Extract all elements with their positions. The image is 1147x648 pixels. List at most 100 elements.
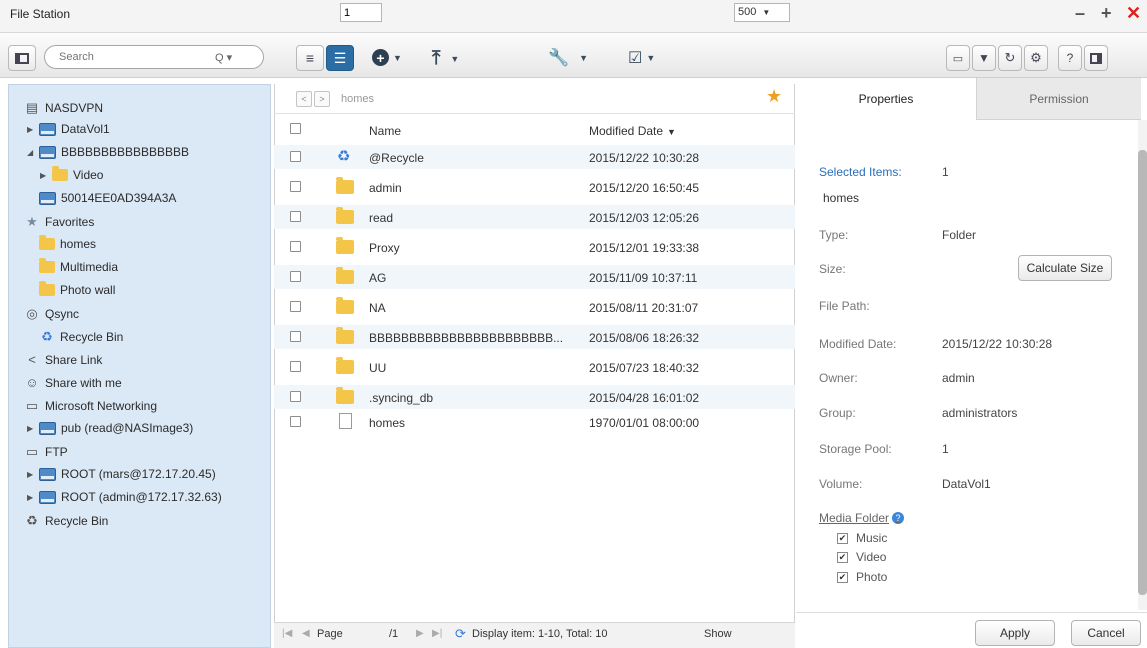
first-page-icon[interactable]: |◀ bbox=[282, 628, 292, 639]
select-all-checkbox[interactable] bbox=[290, 123, 301, 134]
tree-item-disk-id[interactable]: 50014EE0AD394A3A bbox=[39, 191, 176, 205]
tree-item-video[interactable]: ▶ Video bbox=[40, 166, 103, 182]
row-checkbox[interactable] bbox=[290, 391, 301, 402]
row-checkbox[interactable] bbox=[290, 271, 301, 282]
tab-permission[interactable]: Permission bbox=[976, 78, 1141, 120]
tree-item-root-mars[interactable]: ▶ ROOT (mars@172.17.20.45) bbox=[27, 467, 216, 481]
table-row[interactable] bbox=[274, 410, 795, 434]
cancel-button[interactable]: Cancel bbox=[1071, 620, 1141, 646]
expand-arrow-icon[interactable]: ▶ bbox=[27, 125, 39, 134]
tree-item-favorites[interactable]: ★ Favorites bbox=[24, 214, 94, 230]
row-checkbox[interactable] bbox=[290, 361, 301, 372]
tree-item-pub[interactable]: ▶ pub (read@NASImage3) bbox=[27, 421, 193, 435]
toggle-sidebar-button[interactable] bbox=[8, 45, 36, 71]
column-header-modified-date[interactable]: Modified Date ▼ bbox=[589, 124, 676, 138]
tree-item-share-link[interactable]: < Share Link bbox=[24, 352, 102, 367]
media-music-checkbox[interactable]: ✔ Music bbox=[837, 531, 887, 545]
media-video-checkbox[interactable]: ✔ Video bbox=[837, 550, 886, 564]
tree-item-fav-photowall[interactable]: Photo wall bbox=[39, 281, 115, 297]
row-checkbox[interactable] bbox=[290, 241, 301, 252]
prev-page-icon[interactable]: ◀ bbox=[302, 628, 310, 639]
folder-icon bbox=[336, 327, 354, 344]
row-checkbox[interactable] bbox=[290, 301, 301, 312]
tree-item-nasdvpn[interactable]: ▤ NASDVPN bbox=[24, 100, 103, 116]
tab-properties[interactable]: Properties bbox=[796, 78, 976, 120]
tree-item-root-admin[interactable]: ▶ ROOT (admin@172.17.32.63) bbox=[27, 490, 222, 504]
modified-date-label: Modified Date: bbox=[819, 337, 897, 351]
page-label: Page bbox=[317, 628, 343, 640]
search-icon[interactable]: Q ▾ bbox=[215, 51, 232, 64]
next-page-icon[interactable]: ▶ bbox=[416, 628, 424, 639]
list-view-button[interactable]: ≡ bbox=[296, 45, 324, 71]
tree-item-datavol1[interactable]: ▶ DataVol1 bbox=[27, 122, 110, 136]
window-title: File Station bbox=[10, 7, 71, 21]
owner-label: Owner: bbox=[819, 371, 858, 385]
tree-item-ftp[interactable]: ▭ FTP bbox=[24, 444, 68, 460]
filter-button[interactable]: ▼ bbox=[972, 45, 996, 71]
media-folder-link[interactable]: Media Folder ? bbox=[819, 511, 905, 525]
items-per-page-select[interactable]: 500 ▼ bbox=[734, 3, 790, 22]
refresh-button[interactable]: ↻ bbox=[998, 45, 1022, 71]
back-button[interactable]: < bbox=[296, 91, 312, 107]
expand-arrow-icon[interactable]: ▶ bbox=[27, 424, 39, 433]
info-icon[interactable]: ? bbox=[892, 512, 905, 524]
tree-item-qsync[interactable]: ◎ Qsync bbox=[24, 306, 79, 322]
volume-icon bbox=[39, 467, 56, 481]
detail-view-button[interactable]: ☰ bbox=[326, 45, 354, 71]
tree-item-ms-networking[interactable]: ▭ Microsoft Networking bbox=[24, 398, 157, 414]
storage-pool-value: 1 bbox=[942, 442, 949, 456]
row-checkbox[interactable] bbox=[290, 151, 301, 162]
volume-icon bbox=[39, 191, 56, 205]
tree-item-share-with-me[interactable]: ☺ Share with me bbox=[24, 375, 121, 390]
forward-button[interactable]: > bbox=[314, 91, 330, 107]
scrollbar-thumb[interactable] bbox=[1138, 150, 1147, 595]
minimize-icon[interactable]: – bbox=[1075, 4, 1085, 22]
tree-item-qsync-recycle[interactable]: ♻ Recycle Bin bbox=[39, 329, 123, 345]
favorite-star-icon[interactable]: ★ bbox=[766, 86, 782, 107]
folder-icon bbox=[39, 281, 55, 296]
smart-file-filter-button[interactable]: ▭ bbox=[946, 45, 970, 71]
show-label: Show bbox=[704, 628, 732, 640]
close-icon[interactable]: ✕ bbox=[1126, 4, 1141, 22]
forward-icon: > bbox=[319, 94, 325, 104]
recycle-icon: ♻ bbox=[26, 513, 38, 528]
page-number-input[interactable] bbox=[340, 3, 382, 22]
tree-item-recycle-bin[interactable]: ♻ Recycle Bin bbox=[24, 513, 108, 529]
tree-item-fav-homes[interactable]: homes bbox=[39, 235, 96, 251]
media-photo-checkbox[interactable]: ✔ Photo bbox=[837, 570, 887, 584]
calculate-size-button[interactable]: Calculate Size bbox=[1018, 255, 1112, 281]
toggle-properties-button[interactable] bbox=[1084, 45, 1108, 71]
collapse-arrow-icon[interactable]: ◢ bbox=[27, 148, 39, 157]
file-name: BBBBBBBBBBBBBBBBBBBBBBB... bbox=[369, 331, 564, 345]
apply-button[interactable]: Apply bbox=[975, 620, 1055, 646]
search-input[interactable] bbox=[57, 50, 207, 64]
expand-arrow-icon[interactable]: ▶ bbox=[27, 493, 39, 502]
group-label: Group: bbox=[819, 406, 856, 420]
row-checkbox[interactable] bbox=[290, 211, 301, 222]
sort-desc-icon: ▼ bbox=[667, 127, 676, 137]
refresh-icon[interactable]: ⟳ bbox=[455, 626, 466, 642]
tools-button[interactable]: 🔧 ▼ bbox=[548, 48, 588, 68]
tree-item-usb-disk[interactable]: ◢ BBBBBBBBBBBBBBBB bbox=[27, 145, 189, 159]
expand-arrow-icon[interactable]: ▶ bbox=[27, 470, 39, 479]
plus-circle-icon: + bbox=[372, 49, 389, 66]
row-checkbox[interactable] bbox=[290, 416, 301, 427]
help-button[interactable]: ? bbox=[1058, 45, 1082, 71]
star-icon: ★ bbox=[26, 214, 38, 229]
tree-item-fav-multimedia[interactable]: Multimedia bbox=[39, 258, 118, 274]
last-page-icon[interactable]: ▶| bbox=[432, 628, 442, 639]
settings-button[interactable]: ⚙ bbox=[1024, 45, 1048, 71]
upload-button[interactable]: ⤒ ▼ bbox=[432, 48, 459, 70]
more-action-button[interactable]: ☑ ▼ bbox=[628, 48, 655, 68]
file-modified-date: 2015/07/23 18:40:32 bbox=[589, 361, 700, 375]
expand-arrow-icon[interactable]: ▶ bbox=[40, 171, 52, 180]
row-checkbox[interactable] bbox=[290, 181, 301, 192]
maximize-icon[interactable]: + bbox=[1101, 4, 1112, 22]
create-button[interactable]: + ▼ bbox=[372, 49, 402, 66]
gear-icon: ⚙ bbox=[1030, 50, 1042, 65]
column-header-name[interactable]: Name bbox=[369, 124, 401, 138]
row-checkbox[interactable] bbox=[290, 331, 301, 342]
current-path: homes bbox=[341, 93, 375, 105]
search-box[interactable]: Q ▾ bbox=[44, 45, 264, 69]
file-modified-date: 2015/04/28 16:01:02 bbox=[589, 391, 700, 405]
